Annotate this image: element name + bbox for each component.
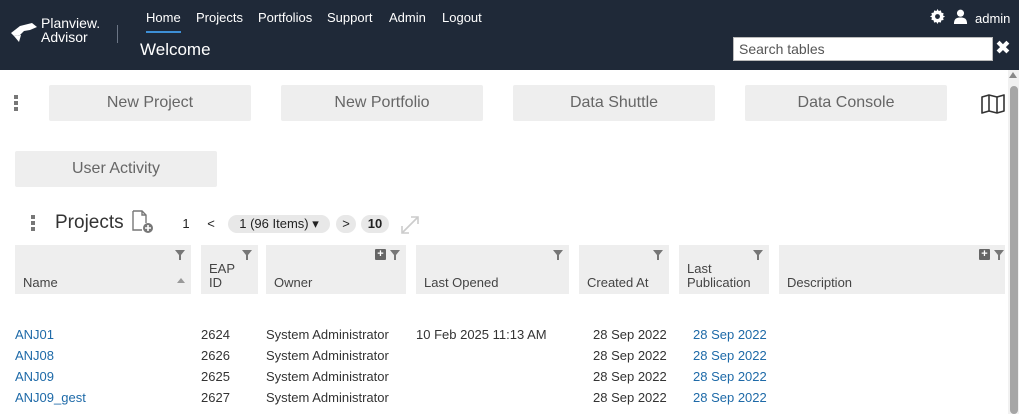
column-header-eap-id[interactable]: EAP ID [201, 245, 258, 294]
logo-line1: Planview. [41, 15, 101, 31]
column-header-owner[interactable]: + Owner [266, 245, 406, 294]
user-name[interactable]: admin [975, 11, 1010, 26]
expand-icon[interactable] [400, 215, 420, 235]
column-header-last-publication[interactable]: Last Publication [679, 245, 769, 294]
eap-id-cell: 2627 [201, 390, 230, 405]
project-name-link[interactable]: ANJ08 [15, 345, 54, 366]
owner-cell: System Administrator [266, 348, 389, 363]
eap-id-cell: 2625 [201, 369, 230, 384]
last-publication-link[interactable]: 28 Sep 2022 [693, 324, 767, 345]
table-row[interactable]: ANJ09 2625 System Administrator 28 Sep 2… [0, 366, 1005, 387]
created-at-cell: 28 Sep 2022 [593, 390, 667, 405]
new-portfolio-button[interactable]: New Portfolio [281, 85, 483, 121]
project-name-link[interactable]: ANJ01 [15, 324, 54, 345]
filter-icon[interactable] [753, 250, 763, 260]
projects-title: Projects [55, 212, 124, 233]
filter-icon[interactable] [242, 250, 252, 260]
pager-prev-button[interactable]: < [202, 215, 220, 233]
table-row[interactable]: ANJ01 2624 System Administrator 10 Feb 2… [0, 324, 1005, 345]
project-name-link[interactable]: ANJ09 [15, 366, 54, 387]
column-header-name[interactable]: Name [15, 245, 191, 294]
column-label: Last Opened [424, 275, 499, 290]
scrollbar-thumb[interactable] [1010, 86, 1018, 414]
logo-text: Planview. Advisor [41, 16, 100, 44]
close-icon[interactable]: ✖ [995, 39, 1011, 58]
pager-first-page[interactable]: 1 [176, 215, 196, 233]
filter-icon[interactable] [994, 250, 1004, 260]
nav-portfolios[interactable]: Portfolios [258, 9, 312, 31]
plus-icon[interactable]: + [979, 249, 990, 260]
created-at-cell: 28 Sep 2022 [593, 327, 667, 342]
plus-icon[interactable]: + [375, 249, 386, 260]
search-input[interactable] [733, 37, 993, 61]
column-label: Description [787, 275, 853, 290]
data-shuttle-button[interactable]: Data Shuttle [513, 85, 715, 121]
last-publication-link[interactable]: 28 Sep 2022 [693, 366, 767, 387]
kebab-icon[interactable] [14, 95, 18, 113]
pager-page-select[interactable]: 1 (96 Items) ▾ [228, 215, 330, 233]
user-icon[interactable] [953, 9, 968, 24]
column-label: EAP ID [209, 261, 235, 290]
sort-icon[interactable] [177, 278, 185, 283]
column-header-description[interactable]: + Description [779, 245, 1005, 294]
column-label: Owner [274, 275, 313, 290]
filter-icon[interactable] [175, 250, 185, 260]
last-publication-link[interactable]: 28 Sep 2022 [693, 387, 767, 408]
owner-cell: System Administrator [266, 390, 389, 405]
column-header-last-opened[interactable]: Last Opened [416, 245, 569, 294]
owner-cell: System Administrator [266, 327, 389, 342]
nav-support[interactable]: Support [327, 9, 373, 31]
column-label: Created At [587, 275, 649, 290]
header-divider [117, 25, 118, 43]
nav-home[interactable]: Home [146, 9, 181, 33]
new-project-button[interactable]: New Project [49, 85, 251, 121]
logo-line2: Advisor [41, 29, 88, 45]
filter-icon[interactable] [653, 250, 663, 260]
filter-icon[interactable] [553, 250, 563, 260]
created-at-cell: 28 Sep 2022 [593, 369, 667, 384]
nav-projects[interactable]: Projects [196, 9, 243, 31]
project-name-link[interactable]: ANJ09_gest [15, 387, 86, 408]
filter-icon[interactable] [390, 250, 400, 260]
pager-page-size[interactable]: 10 [361, 215, 389, 233]
owner-cell: System Administrator [266, 369, 389, 384]
column-label: Name [23, 275, 58, 290]
eap-id-cell: 2624 [201, 327, 230, 342]
gear-icon[interactable] [930, 9, 945, 24]
scroll-up-arrow[interactable] [1009, 72, 1017, 78]
eap-id-cell: 2626 [201, 348, 230, 363]
data-console-button[interactable]: Data Console [745, 85, 947, 121]
user-activity-button[interactable]: User Activity [15, 151, 217, 187]
new-file-icon[interactable] [131, 210, 155, 234]
planview-logo[interactable]: Planview. Advisor [10, 15, 110, 49]
table-row[interactable]: ANJ09_gest 2627 System Administrator 28 … [0, 387, 1005, 408]
nav-logout[interactable]: Logout [442, 9, 482, 31]
top-header: Planview. Advisor Home Projects Portfoli… [0, 0, 1019, 70]
column-label: Last Publication [687, 261, 751, 290]
created-at-cell: 28 Sep 2022 [593, 348, 667, 363]
nav-admin[interactable]: Admin [389, 9, 426, 31]
projects-kebab-icon[interactable] [31, 215, 35, 233]
map-icon[interactable] [981, 94, 1005, 114]
column-header-created-at[interactable]: Created At [579, 245, 669, 294]
last-publication-link[interactable]: 28 Sep 2022 [693, 345, 767, 366]
table-row[interactable]: ANJ08 2626 System Administrator 28 Sep 2… [0, 345, 1005, 366]
pager-next-button[interactable]: > [336, 215, 356, 233]
logo-bird-icon [11, 23, 37, 42]
page-title: Welcome [140, 40, 211, 59]
last-opened-cell: 10 Feb 2025 11:13 AM [416, 327, 547, 342]
